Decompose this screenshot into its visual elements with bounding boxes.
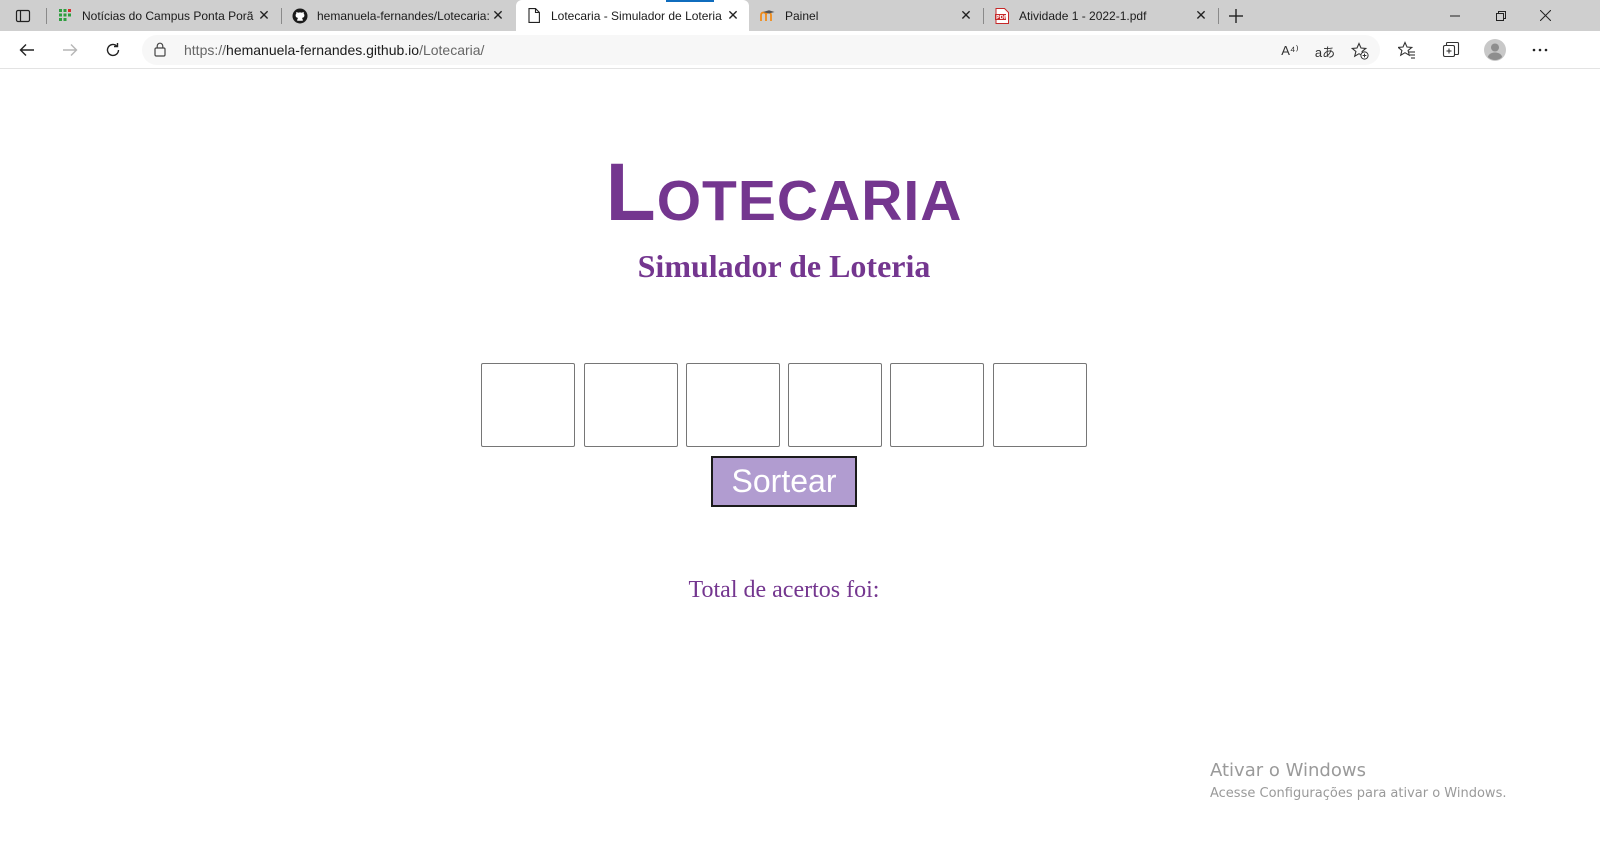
tab-github[interactable]: hemanuela-fernandes/Lotecaria: ✕ (282, 0, 514, 31)
back-button[interactable] (13, 36, 41, 64)
address-bar[interactable]: https://hemanuela-fernandes.github.io/Lo… (142, 35, 1380, 65)
lock-icon[interactable] (154, 42, 166, 62)
tab-title: Painel (785, 8, 819, 23)
forward-arrow-icon (63, 44, 78, 56)
close-tab-icon[interactable]: ✕ (725, 7, 741, 24)
tab-strip: Notícias do Campus Ponta Porã - ✕ hemanu… (0, 0, 1600, 31)
moodle-icon (760, 8, 776, 24)
url-path: /Lotecaria/ (419, 42, 485, 58)
tab-title: hemanuela-fernandes/Lotecaria: (317, 8, 490, 23)
tab-separator (1218, 8, 1219, 24)
number-input-5[interactable] (890, 363, 984, 447)
pdf-icon: PDF (994, 7, 1010, 24)
close-window-button[interactable] (1522, 0, 1568, 31)
refresh-button[interactable] (99, 36, 127, 64)
windows-activation-subtitle: Acesse Configurações para ativar o Windo… (1210, 786, 1507, 801)
ifms-grid-icon (57, 8, 73, 24)
url-text[interactable]: https://hemanuela-fernandes.github.io/Lo… (184, 42, 484, 58)
windows-activation-title: Ativar o Windows (1210, 760, 1366, 781)
settings-menu-button[interactable] (1526, 36, 1554, 64)
tab-title: Lotecaria - Simulador de Loteria (551, 8, 722, 23)
number-inputs (481, 363, 1087, 447)
svg-text:PDF: PDF (996, 15, 1007, 21)
tab-actions-button[interactable] (8, 4, 38, 28)
plus-icon (1229, 9, 1243, 23)
close-tab-icon[interactable]: ✕ (958, 7, 974, 24)
url-host: hemanuela-fernandes.github.io (226, 42, 420, 58)
profile-avatar[interactable] (1481, 36, 1509, 64)
refresh-icon (106, 43, 120, 57)
browser-toolbar: https://hemanuela-fernandes.github.io/Lo… (0, 31, 1600, 69)
tab-title: Notícias do Campus Ponta Porã - (82, 8, 256, 23)
tab-painel[interactable]: Painel ✕ (750, 0, 982, 31)
tab-atividade-pdf[interactable]: PDF Atividade 1 - 2022-1.pdf ✕ (984, 0, 1217, 31)
close-tab-icon[interactable]: ✕ (490, 7, 506, 24)
read-aloud-icon[interactable]: A⁴⁾ (1279, 40, 1301, 62)
url-prefix: https:// (184, 42, 227, 58)
back-arrow-icon (19, 44, 34, 56)
tab-loading-indicator (666, 0, 714, 2)
number-input-4[interactable] (788, 363, 882, 447)
page-subtitle: Simulador de Loteria (637, 248, 931, 284)
number-input-2[interactable] (584, 363, 678, 447)
close-icon (1539, 10, 1551, 21)
close-tab-icon[interactable]: ✕ (1193, 7, 1209, 24)
page-title: Lotecaria (605, 147, 963, 238)
forward-button[interactable] (56, 36, 84, 64)
add-favorite-icon[interactable] (1349, 40, 1371, 62)
github-icon (292, 8, 308, 24)
sortear-button[interactable]: Sortear (711, 456, 857, 507)
tab-title: Atividade 1 - 2022-1.pdf (1019, 8, 1147, 23)
number-input-1[interactable] (481, 363, 575, 447)
collections-icon[interactable] (1437, 36, 1465, 64)
tab-lotecaria[interactable]: Lotecaria - Simulador de Loteria ✕ (516, 0, 749, 31)
page-content: Lotecaria Simulador de Loteria Sortear T… (0, 70, 1600, 860)
result-label: Total de acertos foi: (688, 577, 880, 603)
close-tab-icon[interactable]: ✕ (256, 7, 272, 24)
restore-button[interactable] (1478, 0, 1524, 31)
tab-noticias[interactable]: Notícias do Campus Ponta Porã - ✕ (47, 0, 280, 31)
translate-icon[interactable]: aあ (1314, 40, 1336, 62)
tab-actions-icon (15, 9, 31, 23)
page-icon (526, 8, 542, 24)
avatar-icon (1484, 39, 1506, 61)
more-icon (1532, 48, 1548, 52)
new-tab-button[interactable] (1224, 4, 1248, 28)
minimize-icon (1450, 15, 1460, 16)
number-input-3[interactable] (686, 363, 780, 447)
favorites-icon[interactable] (1393, 36, 1421, 64)
restore-icon (1496, 10, 1506, 21)
minimize-button[interactable] (1432, 0, 1478, 31)
number-input-6[interactable] (993, 363, 1087, 447)
